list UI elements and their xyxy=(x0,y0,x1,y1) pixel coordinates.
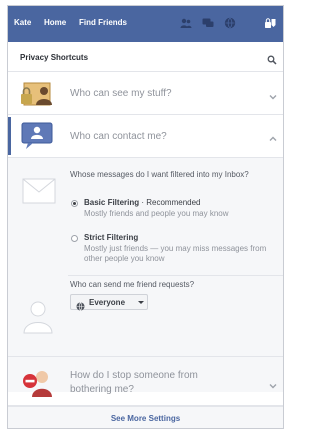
option-suffix: · Recommended xyxy=(139,198,201,207)
panel-footer: See More Settings xyxy=(8,406,283,428)
chat-bubbles-icon xyxy=(20,120,56,157)
messages-filter-question: Whose messages do I want filtered into m… xyxy=(70,170,249,179)
notifications-icon[interactable] xyxy=(224,17,236,29)
row-label: Who can see my stuff? xyxy=(70,88,172,99)
privacy-shortcuts-icon[interactable] xyxy=(264,17,276,29)
privacy-shortcuts-window: Kate Home Find Friends Privacy Shortcuts xyxy=(7,5,284,429)
friend-requests-icon[interactable] xyxy=(180,17,192,29)
chevron-up-icon xyxy=(268,131,278,141)
top-nav-bar: Kate Home Find Friends xyxy=(8,6,283,42)
nav-find-friends-link[interactable]: Find Friends xyxy=(79,18,127,27)
chevron-down-icon xyxy=(268,378,278,389)
row-who-can-see-my-stuff[interactable]: Who can see my stuff? xyxy=(8,72,283,115)
chevron-down-icon xyxy=(268,89,278,100)
audience-value: Everyone xyxy=(89,298,126,307)
basic-filtering-description: Mostly friends and people you may know xyxy=(84,209,229,218)
row-label: How do I stop someone from bothering me? xyxy=(70,370,198,395)
strict-filtering-radio[interactable] xyxy=(71,235,78,242)
row-stop-someone-bothering[interactable]: How do I stop someone from bothering me? xyxy=(8,356,283,406)
envelope-icon xyxy=(22,178,56,204)
search-icon[interactable] xyxy=(267,52,277,65)
panel-header: Privacy Shortcuts xyxy=(8,42,283,72)
active-row-indicator xyxy=(8,117,11,155)
messages-icon[interactable] xyxy=(202,17,214,29)
block-user-icon xyxy=(20,367,56,404)
friend-requests-question: Who can send me friend requests? xyxy=(70,280,195,289)
section-divider xyxy=(68,275,283,276)
option-title: Strict Filtering xyxy=(84,233,139,242)
globe-icon xyxy=(76,298,85,311)
see-more-settings-link[interactable]: See More Settings xyxy=(8,414,283,423)
nav-user-link[interactable]: Kate xyxy=(14,18,31,27)
basic-filtering-radio[interactable] xyxy=(71,200,78,207)
row-label: Who can contact me? xyxy=(70,131,167,142)
option-title: Basic Filtering xyxy=(84,198,140,207)
nav-home-link[interactable]: Home xyxy=(44,18,66,27)
strict-filtering-description: Mostly just friends — you may miss messa… xyxy=(84,244,267,263)
person-silhouette-icon xyxy=(22,298,54,334)
basic-filtering-label[interactable]: Basic Filtering · Recommended xyxy=(84,198,200,207)
padlock-people-icon xyxy=(20,78,56,115)
privacy-shortcuts-panel: Privacy Shortcuts Who can see my stuff? xyxy=(8,42,283,428)
audience-selector-button[interactable]: Everyone xyxy=(70,294,148,311)
row-who-can-contact-me[interactable]: Who can contact me? xyxy=(8,115,283,158)
caret-down-icon xyxy=(138,301,144,304)
panel-title: Privacy Shortcuts xyxy=(20,53,89,62)
strict-filtering-label[interactable]: Strict Filtering xyxy=(84,233,138,242)
